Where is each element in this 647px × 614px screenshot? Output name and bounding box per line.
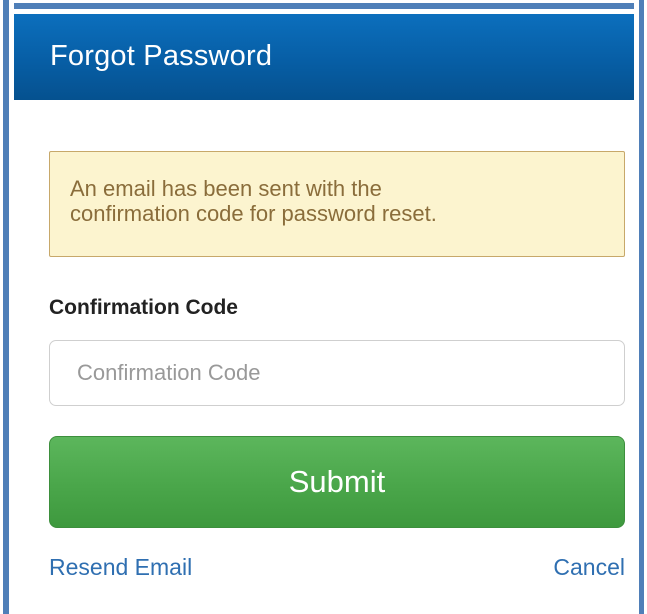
info-alert: An email has been sent with the confirma… [49,151,625,257]
alert-message-line1: An email has been sent with the [70,176,382,201]
dialog-border-left [0,0,14,614]
forgot-password-dialog: Forgot Password An email has been sent w… [0,0,647,614]
dialog-border-top [0,0,647,14]
confirmation-code-input[interactable] [49,340,625,406]
dialog-border-right [634,0,647,614]
resend-email-link[interactable]: Resend Email [49,554,192,581]
alert-message-line2: confirmation code for password reset. [70,201,437,226]
dialog-header: Forgot Password [14,14,634,100]
dialog-title: Forgot Password [50,40,273,72]
cancel-link[interactable]: Cancel [553,554,625,581]
confirmation-code-label: Confirmation Code [49,296,238,319]
submit-button[interactable]: Submit [49,436,625,528]
